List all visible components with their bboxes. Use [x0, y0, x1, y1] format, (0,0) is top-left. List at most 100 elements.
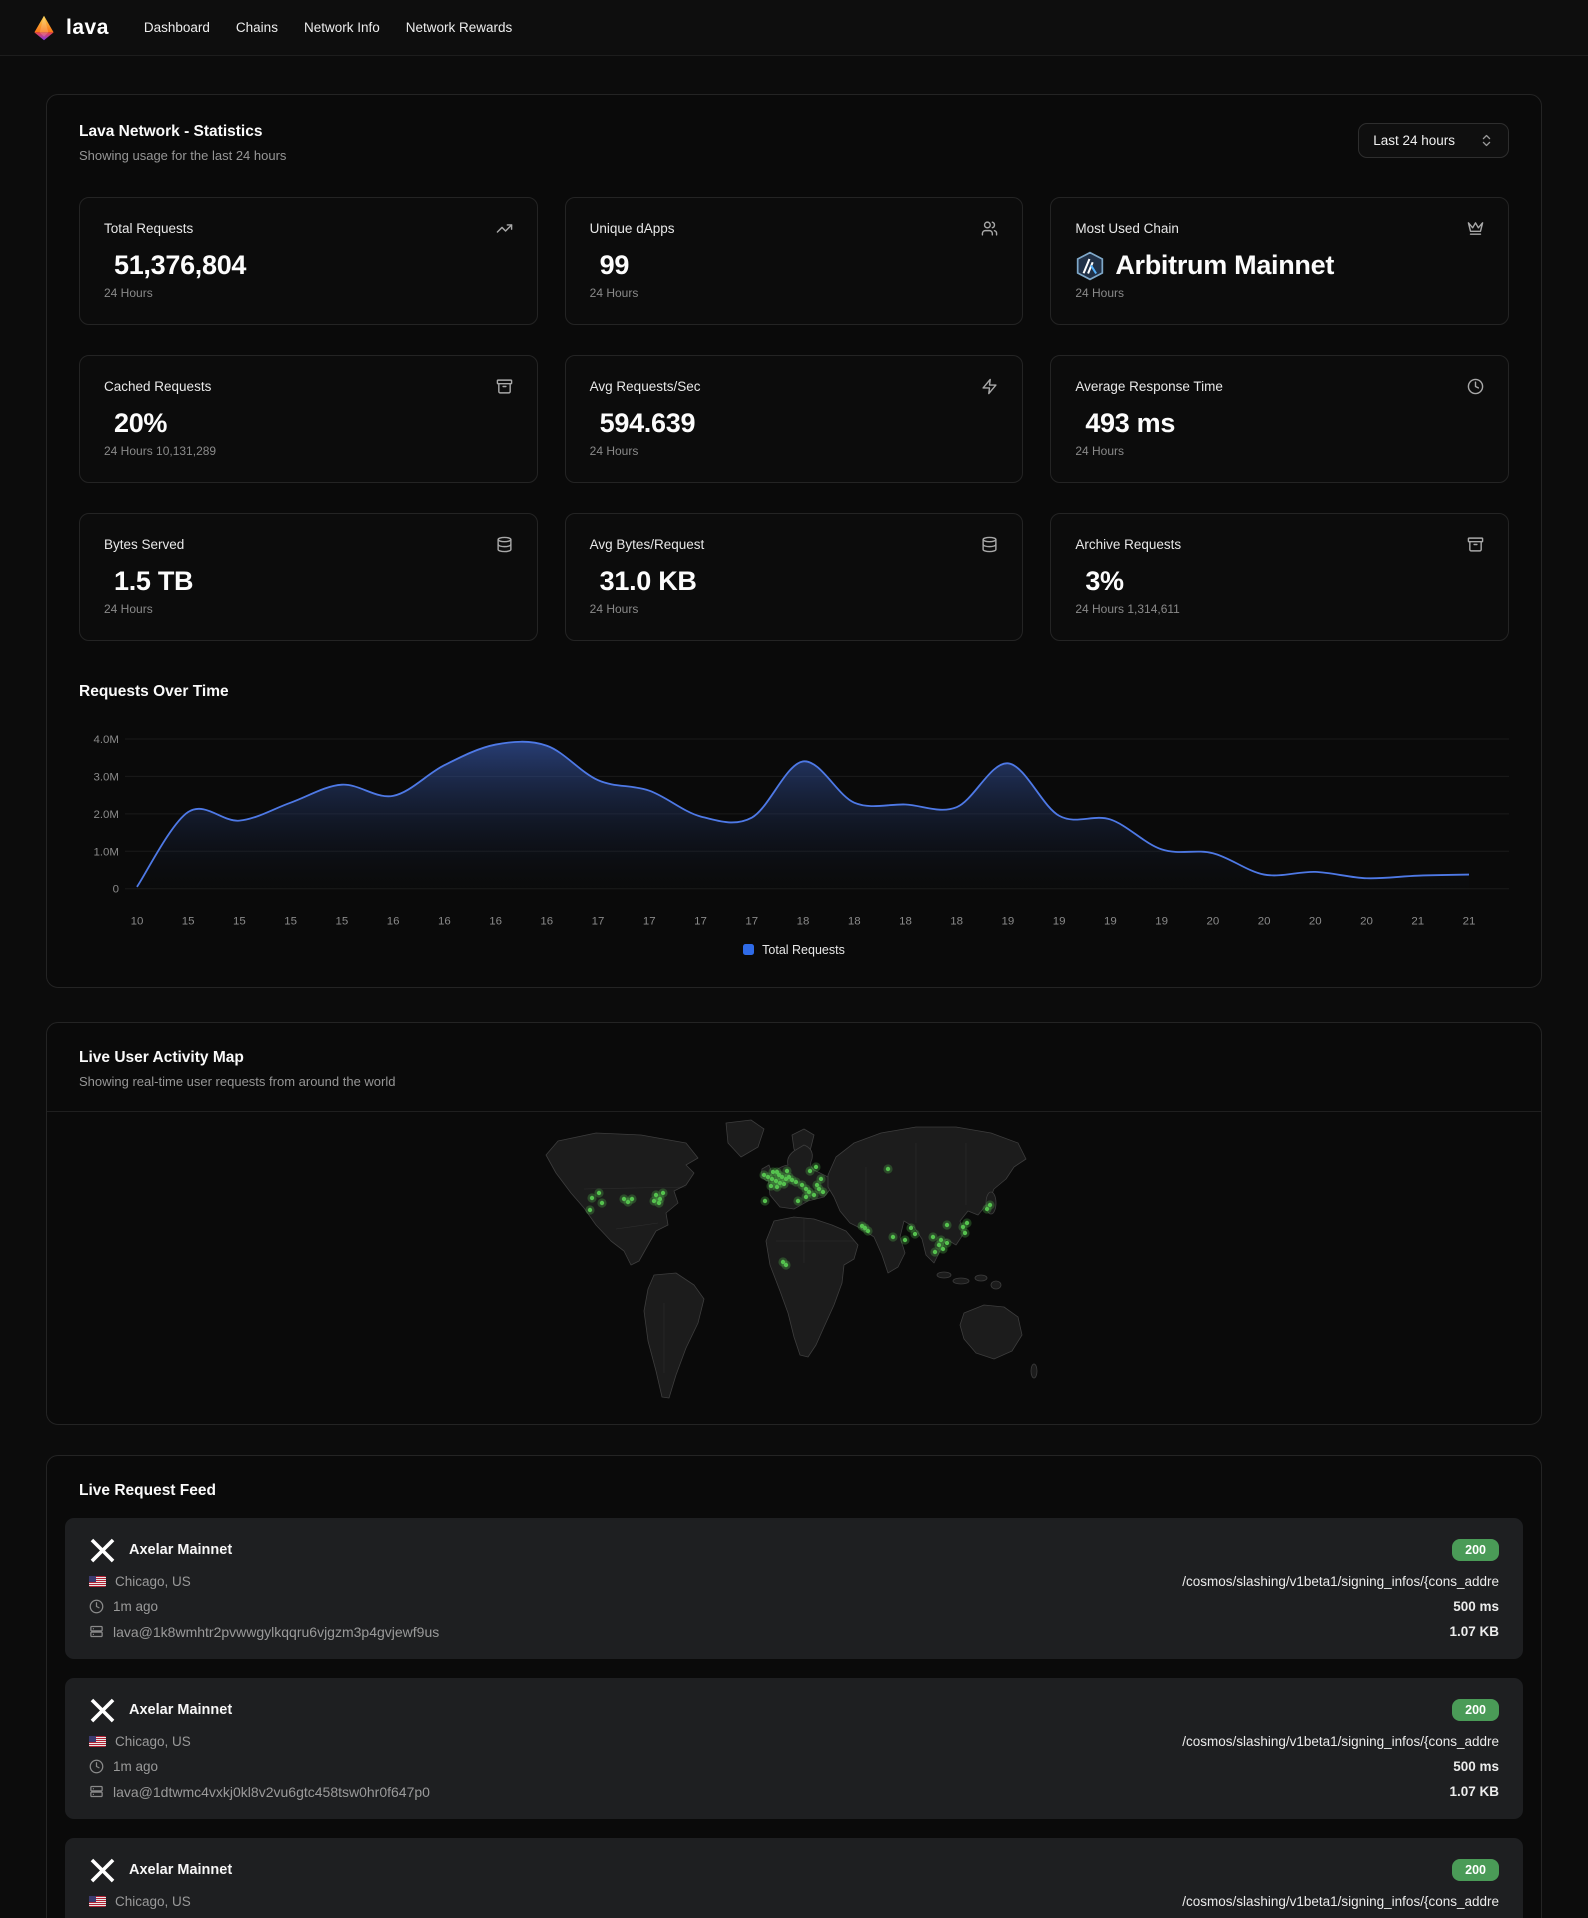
- stat-card-title: Most Used Chain: [1075, 221, 1179, 236]
- time-range-select[interactable]: Last 24 hours: [1358, 123, 1509, 158]
- top-navigation: lava Dashboard Chains Network Info Network …: [0, 0, 1588, 56]
- map-title: Live User Activity Map: [79, 1048, 244, 1066]
- svg-text:10: 10: [131, 916, 144, 928]
- stat-card-period: 24 Hours: [589, 286, 639, 300]
- statistics-subtitle: Showing usage for the last 24 hours: [79, 148, 287, 163]
- svg-text:18: 18: [899, 916, 912, 928]
- svg-text:19: 19: [1104, 916, 1117, 928]
- stat-card-period: 24 Hours: [1075, 286, 1125, 300]
- stat-card-title: Bytes Served: [104, 537, 185, 552]
- stat-card-title: Total Requests: [104, 221, 194, 236]
- svg-text:18: 18: [950, 916, 963, 928]
- svg-text:18: 18: [797, 916, 810, 928]
- world-map: [545, 1119, 1038, 1399]
- request-feed-item: Axelar Mainnet 200 Chicago, US /cosmos/s…: [65, 1677, 1523, 1819]
- stat-card-title: Avg Requests/Sec: [589, 379, 701, 394]
- axelar-icon: [89, 1537, 116, 1564]
- stat-card-period: 24 Hours: [104, 286, 153, 300]
- axelar-icon: [89, 1857, 116, 1884]
- svg-text:17: 17: [745, 916, 758, 928]
- clock-icon: [89, 1599, 104, 1614]
- arbitrum-logo: [1075, 251, 1105, 281]
- stat-card: Avg Requests/Sec 594.639 24 Hours: [564, 355, 1024, 483]
- feed-request-path: /cosmos/slashing/v1beta1/signing_infos/{…: [1182, 1733, 1499, 1749]
- svg-text:3.0M: 3.0M: [93, 771, 119, 783]
- chevrons-up-down-icon: [1482, 134, 1491, 147]
- nav-item-network-info[interactable]: Network Info: [291, 12, 393, 43]
- map-subtitle: Showing real-time user requests from aro…: [79, 1073, 396, 1089]
- stat-card-period: 24 Hours: [104, 602, 153, 616]
- stat-card: Unique dApps 99 24 Hours: [564, 197, 1024, 325]
- crown-icon: [1467, 220, 1484, 237]
- svg-text:20: 20: [1360, 916, 1373, 928]
- feed-list: Axelar Mainnet 200 Chicago, US /cosmos/s…: [65, 1517, 1523, 1918]
- time-range-value: Last 24 hours: [1373, 133, 1455, 148]
- svg-text:17: 17: [643, 916, 656, 928]
- svg-text:15: 15: [336, 916, 349, 928]
- svg-text:15: 15: [284, 916, 297, 928]
- zap-icon: [981, 378, 998, 395]
- feed-location: Chicago, US: [115, 1893, 191, 1909]
- feed-provider-address: lava@1k8wmhtr2pvwwgylkqqru6vjgzm3p4gvjew…: [113, 1623, 440, 1640]
- stat-card: Avg Bytes/Request 31.0 KB 24 Hours: [564, 513, 1024, 641]
- svg-text:20: 20: [1309, 916, 1322, 928]
- database-icon: [981, 536, 998, 553]
- request-feed-item: Axelar Mainnet 200 Chicago, US /cosmos/s…: [65, 1837, 1523, 1918]
- stat-card-title: Cached Requests: [104, 379, 212, 394]
- svg-text:15: 15: [233, 916, 246, 928]
- request-feed-item: Axelar Mainnet 200 Chicago, US /cosmos/s…: [65, 1517, 1523, 1659]
- feed-request-path: /cosmos/slashing/v1beta1/signing_infos/{…: [1182, 1893, 1499, 1909]
- svg-text:20: 20: [1258, 916, 1271, 928]
- axelar-icon: [89, 1697, 116, 1724]
- stat-card: Average Response Time 493 ms 24 Hours: [1050, 355, 1509, 483]
- requests-over-time-chart: Requests Over Time 0 1.0M 2.0M 3.0M 4.0M 10 15…: [79, 683, 1509, 957]
- svg-text:1.0M: 1.0M: [93, 846, 119, 858]
- stat-card-value: Arbitrum Mainnet: [1115, 250, 1335, 280]
- chart-legend: Total Requests: [79, 943, 1509, 957]
- stat-card-value: 20%: [114, 408, 168, 438]
- nav-item-dashboard[interactable]: Dashboard: [131, 12, 223, 43]
- svg-text:19: 19: [1002, 916, 1015, 928]
- stat-card-title: Avg Bytes/Request: [589, 537, 705, 552]
- feed-location: Chicago, US: [115, 1733, 191, 1749]
- nav-item-network-rewards[interactable]: Network Rewards: [393, 12, 526, 43]
- svg-text:2.0M: 2.0M: [93, 809, 119, 821]
- feed-chain-name: Axelar Mainnet: [129, 1702, 233, 1719]
- feed-chain-name: Axelar Mainnet: [129, 1542, 233, 1559]
- svg-text:21: 21: [1463, 916, 1476, 928]
- archive-icon: [496, 378, 513, 395]
- feed-latency: 500 ms: [1453, 1598, 1499, 1614]
- stat-card-title: Average Response Time: [1075, 379, 1223, 394]
- feed-provider-address: lava@1dtwmc4vxkj0kl8v2vu6gtc458tsw0hr0f6…: [113, 1783, 430, 1800]
- statistics-panel: Lava Network - Statistics Showing usage …: [46, 94, 1542, 988]
- svg-text:4.0M: 4.0M: [93, 734, 119, 746]
- svg-text:0: 0: [113, 884, 119, 896]
- stat-card-value: 1.5 TB: [114, 566, 194, 596]
- svg-text:17: 17: [592, 916, 605, 928]
- svg-text:16: 16: [438, 916, 451, 928]
- nav-items: Dashboard Chains Network Info Network Rewar…: [131, 12, 525, 43]
- svg-text:20: 20: [1206, 916, 1219, 928]
- stat-card-title: Unique dApps: [589, 221, 675, 236]
- stat-card-grid: Total Requests 51,376,804 24 Hours Uniqu…: [79, 197, 1509, 641]
- feed-chain-name: Axelar Mainnet: [129, 1862, 233, 1879]
- feed-location: Chicago, US: [115, 1573, 191, 1589]
- nav-item-chains[interactable]: Chains: [223, 12, 291, 43]
- stat-card-value: 493 ms: [1085, 408, 1176, 438]
- stat-card: Archive Requests 3% 24 Hours 1,314,611: [1050, 513, 1509, 641]
- svg-text:19: 19: [1155, 916, 1168, 928]
- svg-text:16: 16: [540, 916, 553, 928]
- stat-card: Total Requests 51,376,804 24 Hours: [79, 197, 538, 325]
- activity-map-panel: Live User Activity Map Showing real-time…: [46, 1021, 1542, 1425]
- svg-text:16: 16: [489, 916, 502, 928]
- svg-text:19: 19: [1053, 916, 1066, 928]
- stat-card: Bytes Served 1.5 TB 24 Hours: [79, 513, 538, 641]
- feed-response-size: 1.07 KB: [1449, 1784, 1499, 1800]
- lava-brand[interactable]: lava: [30, 14, 109, 42]
- chart-title: Requests Over Time: [79, 683, 229, 700]
- legend-swatch: [743, 944, 755, 956]
- stat-card-period: 24 Hours: [589, 602, 639, 616]
- area-chart: 0 1.0M 2.0M 3.0M 4.0M 10 15 15 15 15 16 16 16 16 17 17 1…: [93, 734, 1509, 928]
- feed-response-size: 1.07 KB: [1449, 1624, 1499, 1640]
- stat-card-period: 24 Hours: [589, 444, 639, 458]
